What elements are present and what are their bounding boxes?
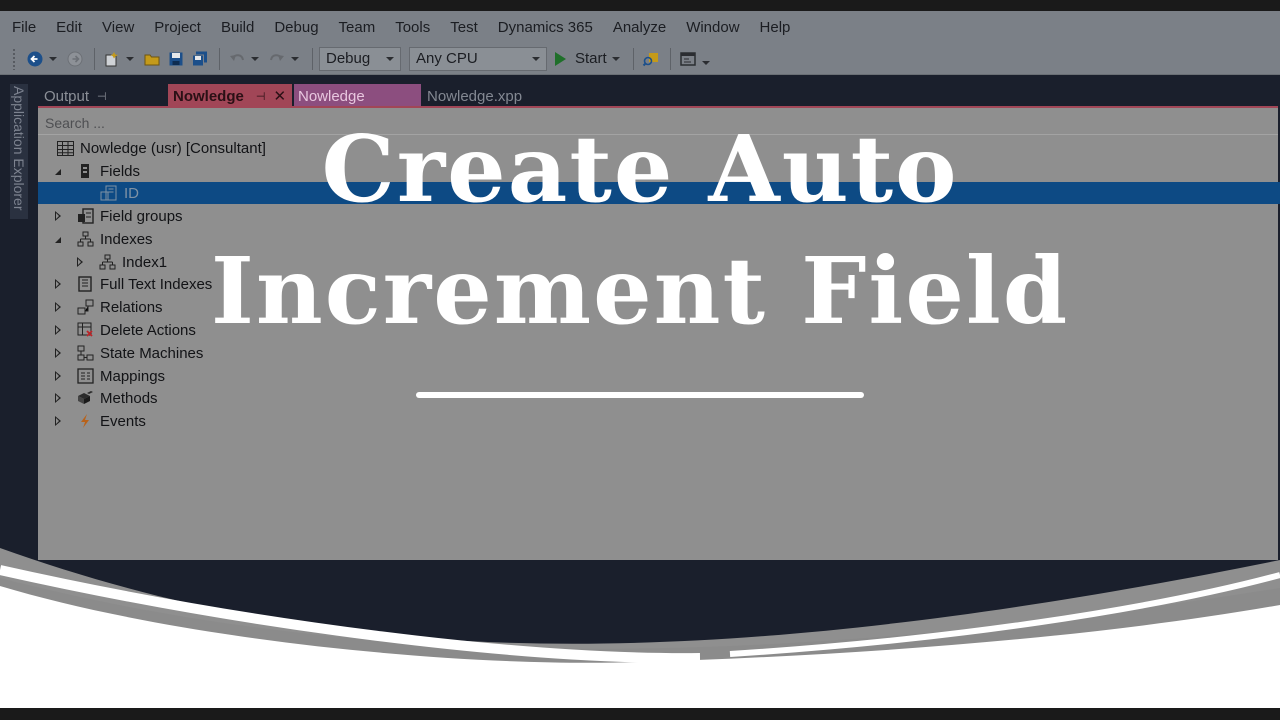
menu-test[interactable]: Test — [442, 19, 486, 36]
toolbar-options-icon[interactable] — [701, 52, 711, 74]
tab-nowledge-preview[interactable]: Nowledge — [294, 84, 421, 108]
toolbar: Debug Any CPU Start — [0, 43, 1280, 75]
tab-active-label: Nowledge — [173, 87, 244, 105]
menu-view[interactable]: View — [94, 19, 142, 36]
overlay-title: Create Auto Increment Field — [0, 108, 1280, 352]
redo-dropdown-icon[interactable] — [290, 48, 300, 70]
redo-icon[interactable] — [266, 48, 288, 70]
forward-icon[interactable] — [64, 48, 86, 70]
pin-icon[interactable]: ⊣ — [97, 90, 107, 103]
tab-output-label: Output — [44, 87, 90, 105]
menu-debug[interactable]: Debug — [266, 19, 326, 36]
chevron-down-icon — [386, 56, 394, 61]
tree-item-label: Methods — [100, 389, 158, 407]
mappings-icon — [76, 367, 94, 385]
new-project-icon[interactable] — [101, 48, 123, 70]
toolbar-separator — [219, 47, 220, 70]
window-layout-icon[interactable] — [677, 48, 699, 70]
new-project-dropdown-icon[interactable] — [125, 48, 135, 70]
tree-item-methods[interactable]: Methods — [38, 387, 1280, 409]
menu-tools[interactable]: Tools — [387, 19, 438, 36]
back-dropdown-icon[interactable] — [48, 48, 58, 70]
menu-team[interactable]: Team — [331, 19, 384, 36]
play-icon — [555, 51, 566, 66]
find-in-files-icon[interactable] — [640, 48, 662, 70]
tree-item-label: Mappings — [100, 367, 166, 385]
overlay-underline — [416, 392, 864, 398]
tab-nowledge-xpp[interactable]: Nowledge.xpp — [427, 84, 522, 108]
toolbar-separator — [669, 47, 671, 70]
top-letterbox — [0, 0, 1280, 11]
overlay-title-line-2: Increment Field — [210, 237, 1070, 345]
tab-preview-label: Nowledge — [298, 87, 365, 105]
start-label: Start — [575, 50, 607, 67]
collapsed-arrow-icon[interactable] — [52, 415, 64, 427]
tree-item-mappings[interactable]: Mappings — [38, 365, 1280, 387]
configuration-value: Debug — [326, 50, 371, 67]
pin-icon[interactable]: ⊣ — [256, 90, 266, 103]
bottom-letterbox — [0, 708, 1280, 720]
tree-item-events[interactable]: Events — [38, 410, 1280, 432]
document-tabs: Output ⊣ Nowledge ⊣ ✕ Nowledge Nowledge.… — [38, 84, 1280, 108]
menu-help[interactable]: Help — [752, 19, 799, 36]
menu-bar: File Edit View Project Build Debug Team … — [0, 11, 1280, 43]
tab-output[interactable]: Output ⊣ — [44, 84, 107, 108]
platform-value: Any CPU — [416, 50, 478, 67]
configuration-select[interactable]: Debug — [319, 46, 401, 71]
tab-nowledge-active[interactable]: Nowledge ⊣ ✕ — [168, 84, 292, 108]
chevron-down-icon — [532, 56, 540, 61]
overlay-title-line-1: Create Auto — [321, 115, 959, 223]
save-icon[interactable] — [165, 48, 187, 70]
tree-item-label: Events — [100, 412, 146, 430]
undo-icon[interactable] — [226, 48, 248, 70]
menu-analyze[interactable]: Analyze — [605, 19, 674, 36]
platform-select[interactable]: Any CPU — [409, 46, 547, 71]
collapsed-arrow-icon[interactable] — [52, 370, 64, 382]
menu-file[interactable]: File — [4, 19, 44, 36]
back-icon[interactable] — [24, 48, 46, 70]
start-dropdown-icon[interactable] — [611, 48, 621, 70]
collapsed-arrow-icon[interactable] — [52, 392, 64, 404]
open-folder-icon[interactable] — [141, 48, 163, 70]
menu-project[interactable]: Project — [146, 19, 209, 36]
events-icon — [76, 412, 94, 430]
close-icon[interactable]: ✕ — [273, 87, 286, 105]
tab-file-label: Nowledge.xpp — [427, 87, 523, 105]
toolbar-separator — [632, 47, 634, 70]
save-all-icon[interactable] — [189, 48, 211, 70]
methods-icon — [76, 389, 94, 407]
menu-dynamics-365[interactable]: Dynamics 365 — [490, 19, 601, 36]
start-button[interactable]: Start — [555, 50, 607, 67]
menu-window[interactable]: Window — [678, 19, 747, 36]
toolbar-grip[interactable] — [12, 47, 16, 70]
undo-dropdown-icon[interactable] — [250, 48, 260, 70]
menu-build[interactable]: Build — [213, 19, 262, 36]
toolbar-separator — [94, 47, 95, 70]
menu-edit[interactable]: Edit — [48, 19, 90, 36]
toolbar-separator — [312, 47, 313, 70]
